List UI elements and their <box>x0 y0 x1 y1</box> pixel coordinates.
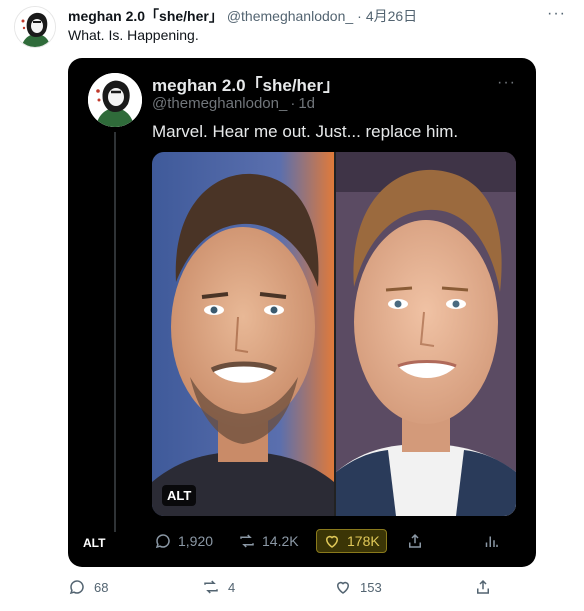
media-grid[interactable]: ALT <box>152 152 516 516</box>
outer-action-bar: 68 4 153 <box>68 578 538 600</box>
outer-like-count: 153 <box>360 579 382 595</box>
avatar-icon <box>15 7 55 47</box>
outer-retweet-count: 4 <box>228 579 236 595</box>
outer-reply-count: 68 <box>94 579 109 595</box>
portrait-photo <box>336 152 516 516</box>
outer-retweet-button[interactable]: 4 <box>202 578 235 596</box>
retweet-count: 14.2K <box>262 533 299 549</box>
retweet-button[interactable]: 14.2K <box>238 532 299 550</box>
share-icon <box>477 579 489 594</box>
side-alt-badge[interactable]: ALT <box>80 534 109 552</box>
thread-line <box>114 132 116 532</box>
outer-avatar[interactable] <box>14 6 56 48</box>
quoted-display-name[interactable]: meghan 2.0「she/her」 <box>152 71 340 96</box>
outer-share-button[interactable] <box>474 578 492 596</box>
outer-display-name[interactable]: meghan 2.0「she/her」 <box>68 6 223 26</box>
outer-handle[interactable]: @themeghanlodon_ <box>227 8 353 24</box>
photo-left[interactable]: ALT <box>152 152 334 516</box>
retweet-icon <box>204 580 218 594</box>
share-icon <box>409 533 421 548</box>
embedded-tweet-card[interactable]: meghan 2.0「she/her」 @themeghanlodon_ · 1… <box>68 58 536 567</box>
more-icon[interactable]: ··· <box>497 75 516 91</box>
portrait-photo <box>152 152 334 516</box>
more-icon[interactable]: ··· <box>547 6 566 22</box>
quoted-tweet-text: Marvel. Hear me out. Just... replace him… <box>152 122 459 141</box>
quoted-handle[interactable]: @themeghanlodon_ <box>152 95 287 112</box>
like-count: 178K <box>347 533 380 549</box>
outer-timestamp[interactable]: 4月26日 <box>366 6 417 26</box>
media-alt-badge[interactable]: ALT <box>162 485 197 506</box>
like-button[interactable]: 178K <box>316 529 387 553</box>
avatar-icon <box>88 73 142 127</box>
like-icon <box>325 535 339 548</box>
share-button[interactable] <box>406 532 424 550</box>
reply-icon <box>69 580 84 595</box>
reply-icon <box>155 534 170 549</box>
reply-count: 1,920 <box>178 533 214 549</box>
quoted-action-bar: 1,920 14.2K 178K <box>152 526 516 556</box>
retweet-icon <box>240 534 254 548</box>
quoted-timestamp[interactable]: 1d <box>298 95 315 112</box>
reply-button[interactable]: 1,920 <box>154 532 213 550</box>
outer-tweet-header: meghan 2.0「she/her」 @themeghanlodon_ · 4… <box>68 6 538 26</box>
quoted-handle-row: @themeghanlodon_ · 1d <box>152 95 315 112</box>
quoted-separator: · <box>290 95 296 112</box>
like-icon <box>336 581 350 594</box>
outer-like-button[interactable]: 153 <box>334 578 382 596</box>
outer-separator: · <box>357 8 362 24</box>
quoted-avatar[interactable] <box>88 73 142 127</box>
outer-reply-button[interactable]: 68 <box>68 578 108 596</box>
stats-button[interactable] <box>482 532 500 550</box>
stats-icon <box>485 536 498 547</box>
outer-tweet-text: What. Is. Happening. <box>68 27 199 43</box>
photo-right[interactable] <box>336 152 516 516</box>
